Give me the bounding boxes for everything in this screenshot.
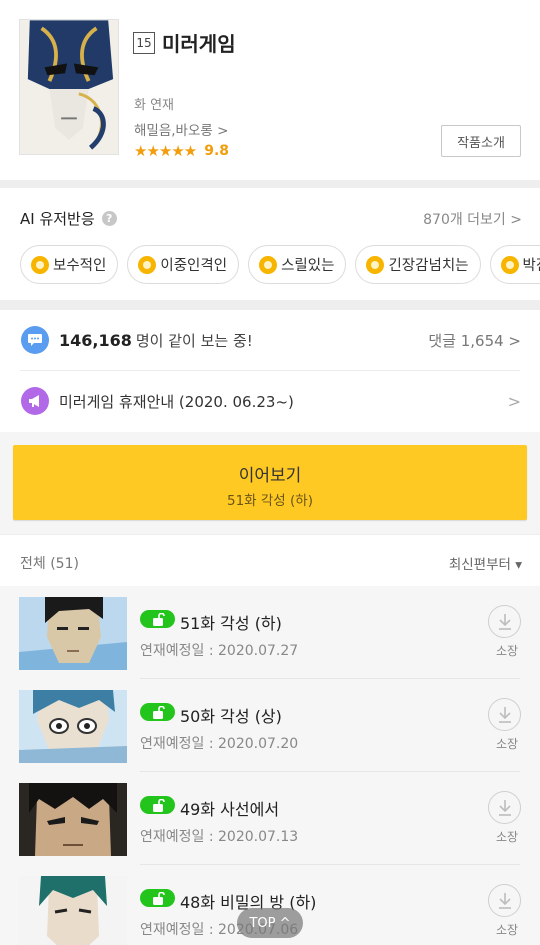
section-divider	[0, 180, 540, 188]
episode-date: 연재예정일 : 2020.07.20	[140, 736, 299, 752]
chip-label: 스릴있는	[281, 258, 335, 274]
continue-reading-button[interactable]: 이어보기 51화 각성 (하)	[13, 445, 527, 520]
episode-thumbnail	[19, 597, 127, 670]
viewers-row[interactable]: 146,168 명이 같이 보는 중! 댓글 1,654 >	[21, 325, 521, 355]
cover-image	[19, 19, 119, 155]
ai-reactions-title: AI 유저반응	[20, 210, 95, 228]
star-rating-icon: ★★★★★	[134, 142, 197, 160]
ai-more-link[interactable]: 870개 더보기 >	[423, 209, 522, 229]
row-divider	[20, 370, 520, 371]
reaction-chip[interactable]: 보수적인	[20, 245, 119, 284]
episode-row[interactable]: 51화 각성 (하) 연재예정일 : 2020.07.27 소장	[0, 586, 540, 679]
download-icon[interactable]	[488, 791, 521, 824]
episode-row[interactable]: 50화 각성 (상) 연재예정일 : 2020.07.20 소장	[0, 679, 540, 772]
download-icon[interactable]	[488, 605, 521, 638]
episode-title: 49화 사선에서	[180, 800, 280, 819]
info-section: 146,168 명이 같이 보는 중! 댓글 1,654 > 미러게임 휴재안내…	[0, 310, 540, 432]
download-icon[interactable]	[488, 884, 521, 917]
reaction-chip[interactable]: 이중인격인	[127, 245, 240, 284]
download-icon[interactable]	[488, 698, 521, 731]
chip-label: 박진	[522, 258, 540, 274]
comments-link[interactable]: 댓글 1,654 >	[428, 330, 521, 351]
ai-reactions-heading: AI 유저반응 ?	[20, 208, 117, 229]
title-row: 15 미러게임	[133, 28, 236, 57]
coin-icon	[500, 255, 519, 274]
scroll-top-button[interactable]: TOP ^	[237, 908, 303, 938]
episode-title: 50화 각성 (상)	[180, 707, 282, 726]
webtoon-title: 미러게임	[162, 32, 236, 56]
coin-icon	[259, 255, 278, 274]
download-label[interactable]: 소장	[496, 828, 518, 845]
notice-text: 미러게임 휴재안내 (2020. 06.23~)	[59, 392, 294, 411]
free-unlock-icon	[140, 703, 175, 721]
download-label[interactable]: 소장	[496, 921, 518, 938]
intro-button[interactable]: 작품소개	[441, 125, 521, 157]
chevron-right-icon: >	[507, 391, 521, 411]
section-divider	[0, 300, 540, 310]
episode-total: 전체 (51)	[20, 556, 79, 572]
free-unlock-icon	[140, 796, 175, 814]
continue-area: 이어보기 51화 각성 (하)	[0, 432, 540, 534]
episode-thumbnail	[19, 783, 127, 856]
coin-icon	[138, 255, 157, 274]
viewer-text: 명이 같이 보는 중!	[135, 331, 253, 350]
episode-thumbnail	[19, 690, 127, 763]
episode-title: 51화 각성 (하)	[180, 614, 282, 633]
download-label[interactable]: 소장	[496, 735, 518, 752]
sort-dropdown[interactable]: 최신편부터 ▾	[449, 553, 522, 573]
episode-list-header: 전체 (51) 최신편부터 ▾	[0, 534, 540, 586]
episode-thumbnail	[19, 876, 127, 945]
age-rating-badge: 15	[133, 31, 155, 54]
episode-list: 51화 각성 (하) 연재예정일 : 2020.07.27 소장 50화 각성 …	[0, 586, 540, 945]
download-label[interactable]: 소장	[496, 642, 518, 659]
chat-bubble-icon	[21, 326, 49, 354]
free-unlock-icon	[140, 610, 175, 628]
chip-label: 긴장감넘치는	[388, 258, 469, 274]
webtoon-header: 15 미러게임 화 연재 해밀음,바오롱 > ★★★★★ 9.8 작품소개	[0, 0, 540, 180]
continue-label: 이어보기	[238, 466, 302, 486]
viewer-count: 146,168	[59, 330, 132, 350]
coin-icon	[31, 255, 49, 274]
coin-icon	[366, 255, 385, 274]
ai-reactions-section: AI 유저반응 ? 870개 더보기 > 보수적인 이중인격인 스릴있는 긴장감…	[0, 188, 540, 300]
free-unlock-icon	[140, 889, 175, 907]
reaction-chip[interactable]: 스릴있는	[248, 245, 347, 284]
megaphone-icon	[21, 387, 49, 415]
chip-label: 이중인격인	[160, 258, 228, 274]
reaction-chip[interactable]: 긴장감넘치는	[355, 245, 481, 284]
continue-episode: 51화 각성 (하)	[227, 493, 313, 509]
rating-score: 9.8	[204, 143, 230, 159]
help-icon[interactable]: ?	[101, 211, 117, 226]
serial-schedule: 화 연재	[134, 98, 175, 113]
episode-row[interactable]: 49화 사선에서 연재예정일 : 2020.07.13 소장	[0, 772, 540, 865]
reaction-chips: 보수적인 이중인격인 스릴있는 긴장감넘치는 박진	[20, 245, 540, 284]
episode-date: 연재예정일 : 2020.07.27	[140, 643, 299, 659]
notice-row[interactable]: 미러게임 휴재안내 (2020. 06.23~) >	[21, 386, 521, 416]
reaction-chip[interactable]: 박진	[489, 245, 540, 284]
author-link[interactable]: 해밀음,바오롱 >	[134, 119, 228, 139]
chip-label: 보수적인	[53, 258, 107, 274]
rating: ★★★★★ 9.8	[134, 142, 229, 160]
episode-date: 연재예정일 : 2020.07.13	[140, 829, 299, 845]
